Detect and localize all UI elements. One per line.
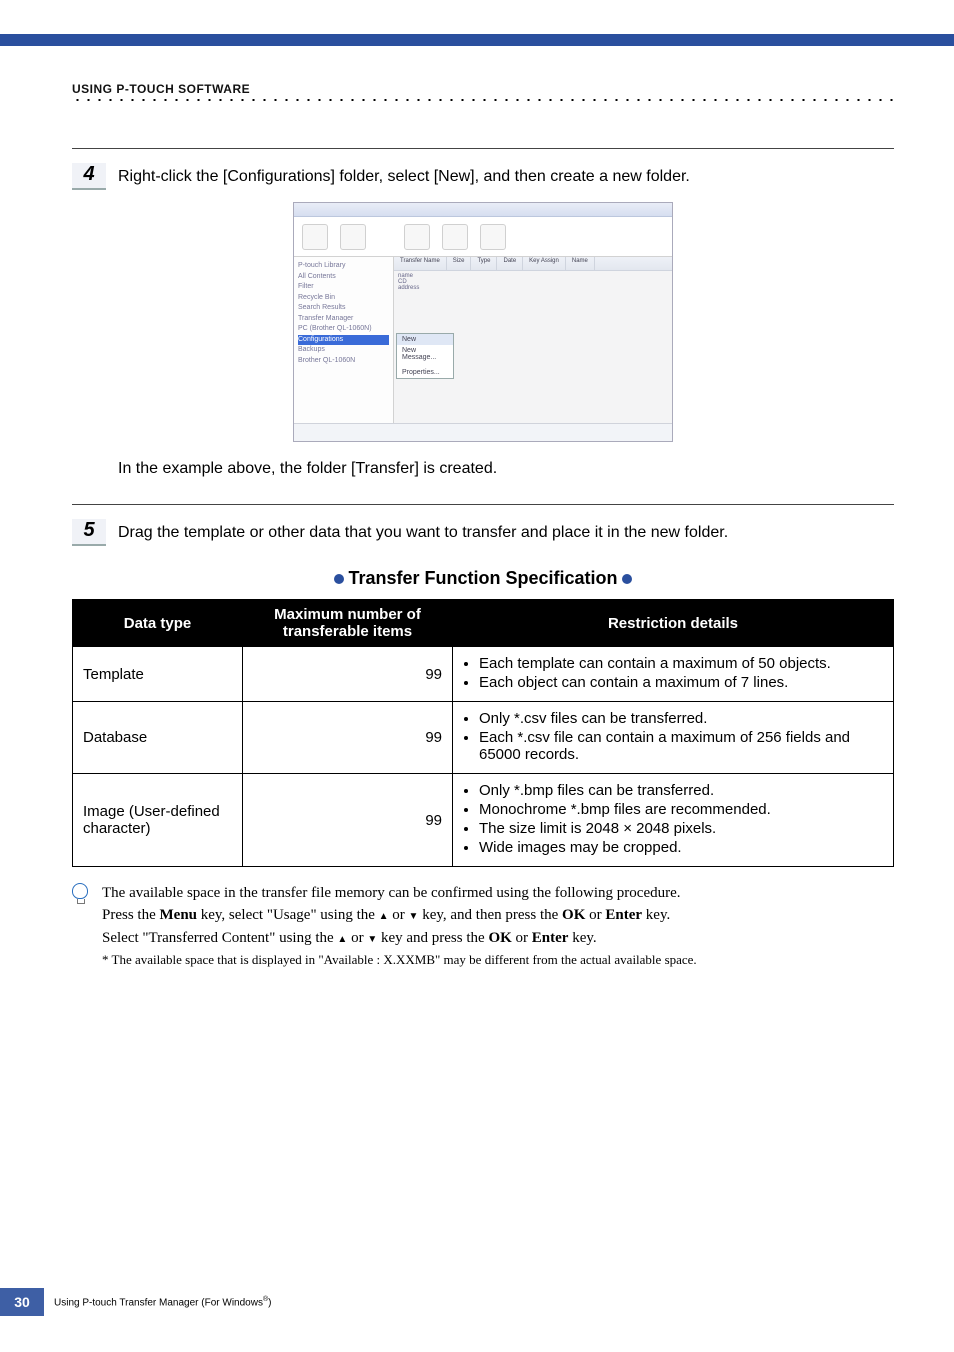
triangle-down-icon [409,907,419,923]
displaystyle-icon [480,224,506,250]
open-icon [404,224,430,250]
tip-bulb-icon [72,883,90,909]
bullet-left-icon [334,574,344,584]
triangle-up-icon [337,930,347,946]
folder-tree: P-touch Library All Contents Filter Recy… [294,257,394,423]
context-menu: New New Message... Properties... [396,333,454,379]
footer-label: Using P-touch Transfer Manager (For Wind… [54,1296,271,1308]
transfer-manager-screenshot: P-touch Library All Contents Filter Recy… [293,202,673,442]
page-number: 30 [0,1288,44,1316]
rule-above-step4 [72,148,894,149]
step-5-text: Drag the template or other data that you… [118,519,894,545]
table-row: Database99Only *.csv files can be transf… [73,702,894,774]
rule-above-step5 [72,504,894,505]
dotted-rule [72,98,894,102]
triangle-down-icon [367,930,377,946]
column-headers: Transfer Name Size Type Date Key Assign … [394,257,672,271]
table-row: Template99Each template can contain a ma… [73,647,894,702]
transfer-icon [302,224,328,250]
backup-icon [340,224,366,250]
bullet-right-icon [622,574,632,584]
chapter-heading: USING P-TOUCH SOFTWARE [72,82,894,96]
col-restriction: Restriction details [453,600,894,647]
col-data-type: Data type [73,600,243,647]
example-text: In the example above, the folder [Transf… [118,460,894,478]
step-4-text: Right-click the [Configurations] folder,… [118,163,894,189]
table-row: Image (User-defined character)99Only *.b… [73,774,894,867]
search-icon [442,224,468,250]
spec-table: Data type Maximum number of transferable… [72,599,894,867]
col-max-items: Maximum number of transferable items [243,600,453,647]
step-5-number: 5 [72,519,106,546]
triangle-up-icon [379,907,389,923]
tip-note: The available space in the transfer file… [102,883,894,968]
step-4-number: 4 [72,163,106,190]
section-title: Transfer Function Specification [72,568,894,589]
